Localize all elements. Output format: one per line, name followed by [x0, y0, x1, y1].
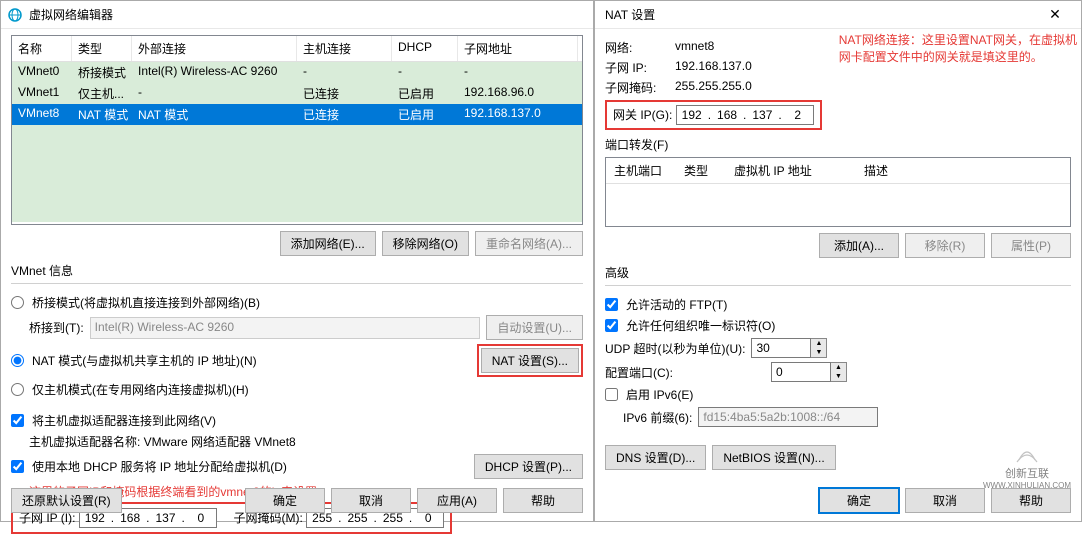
pf-add-button[interactable]: 添加(A)... — [819, 233, 899, 258]
restore-defaults-button[interactable]: 还原默认设置(R) — [11, 488, 122, 513]
ok-button[interactable]: 确定 — [245, 488, 325, 513]
port-fwd-label: 端口转发(F) — [605, 136, 1071, 153]
help-button[interactable]: 帮助 — [503, 488, 583, 513]
port-forward-table[interactable]: 主机端口 类型 虚拟机 IP 地址 描述 — [605, 157, 1071, 227]
auto-settings-button: 自动设置(U)... — [486, 315, 583, 340]
udp-spinner[interactable]: ▲▼ — [811, 338, 827, 358]
watermark: 创新互联 WWW.XINHULIAN.COM — [983, 444, 1071, 491]
config-port-input[interactable] — [771, 362, 831, 382]
left-titlebar: 虚拟网络编辑器 — [1, 1, 593, 29]
ipv6-prefix-input — [698, 407, 878, 427]
table-row-selected[interactable]: VMnet8 NAT 模式 NAT 模式 已连接 已启用 192.168.137… — [12, 104, 582, 125]
allow-org-check[interactable] — [605, 319, 618, 332]
udp-timeout-input[interactable] — [751, 338, 811, 358]
app-icon — [7, 7, 23, 23]
mask-value: 255.255.255.0 — [675, 79, 1071, 96]
dhcp-check[interactable] — [11, 460, 24, 473]
left-title: 虚拟网络编辑器 — [29, 6, 587, 23]
apply-button[interactable]: 应用(A) — [417, 488, 497, 513]
right-titlebar: NAT 设置 ✕ — [595, 1, 1081, 29]
netbios-settings-button[interactable]: NetBIOS 设置(N)... — [712, 445, 835, 470]
dhcp-settings-button[interactable]: DHCP 设置(P)... — [474, 454, 583, 479]
network-table[interactable]: 名称 类型 外部连接 主机连接 DHCP 子网地址 VMnet0 桥接模式 In… — [11, 35, 583, 225]
config-port-spinner[interactable]: ▲▼ — [831, 362, 847, 382]
close-icon[interactable]: ✕ — [1035, 6, 1075, 23]
pf-props-button: 属性(P) — [991, 233, 1071, 258]
bridge-adapter-select: Intel(R) Wireless-AC 9260 — [90, 317, 481, 339]
allow-ftp-check[interactable] — [605, 298, 618, 311]
host-adapter-check[interactable] — [11, 414, 24, 427]
rename-network-button: 重命名网络(A)... — [475, 231, 583, 256]
nat-radio[interactable] — [11, 354, 24, 367]
nat-settings-button[interactable]: NAT 设置(S)... — [481, 348, 579, 373]
bridge-radio[interactable] — [11, 296, 24, 309]
gateway-ip-input[interactable]: . . . — [676, 105, 814, 125]
hostonly-radio[interactable] — [11, 383, 24, 396]
nat-cancel-button[interactable]: 取消 — [905, 488, 985, 513]
vmnet-info-label: VMnet 信息 — [11, 262, 583, 279]
cancel-button[interactable]: 取消 — [331, 488, 411, 513]
pf-remove-button: 移除(R) — [905, 233, 985, 258]
nat-help-button[interactable]: 帮助 — [991, 488, 1071, 513]
table-row[interactable]: VMnet1 仅主机... - 已连接 已启用 192.168.96.0 — [12, 83, 582, 104]
table-row[interactable]: VMnet0 桥接模式 Intel(R) Wireless-AC 9260 - … — [12, 62, 582, 83]
ipv6-check[interactable] — [605, 388, 618, 401]
right-title: NAT 设置 — [601, 6, 1035, 23]
dns-settings-button[interactable]: DNS 设置(D)... — [605, 445, 706, 470]
table-header: 名称 类型 外部连接 主机连接 DHCP 子网地址 — [12, 36, 582, 62]
host-adapter-name: 主机虚拟适配器名称: VMware 网络适配器 VMnet8 — [29, 433, 583, 450]
remove-network-button[interactable]: 移除网络(O) — [382, 231, 469, 256]
add-network-button[interactable]: 添加网络(E)... — [280, 231, 376, 256]
advanced-label: 高级 — [605, 264, 1071, 281]
nat-ok-button[interactable]: 确定 — [819, 488, 899, 513]
